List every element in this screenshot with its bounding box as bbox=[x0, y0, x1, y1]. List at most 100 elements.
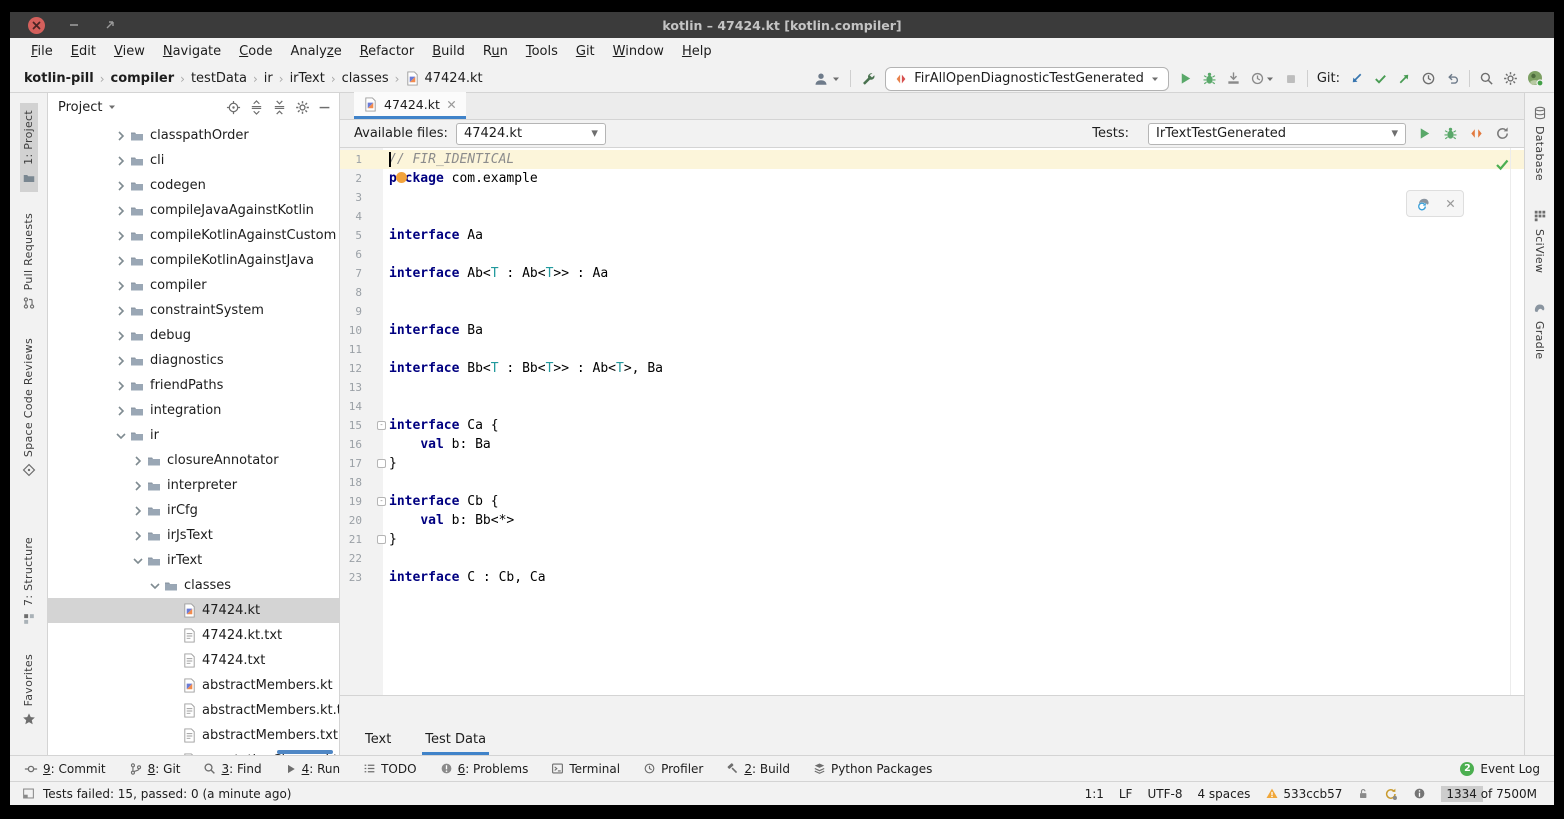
menu-refactor[interactable]: Refactor bbox=[351, 41, 424, 62]
updates-icon[interactable] bbox=[1384, 787, 1398, 801]
available-files-select[interactable]: 47424.kt ▾ bbox=[455, 122, 606, 145]
breadcrumb-irtext[interactable]: irText bbox=[288, 71, 327, 86]
toolwindow-toggle-icon[interactable] bbox=[22, 787, 35, 800]
horizontal-scrollbar-thumb[interactable] bbox=[277, 750, 333, 754]
menu-navigate[interactable]: Navigate bbox=[154, 41, 230, 62]
code-line-5[interactable]: 5 interface Aa bbox=[340, 226, 1524, 245]
code-line-3[interactable]: 3 bbox=[340, 188, 1524, 207]
git-update-icon[interactable] bbox=[1349, 71, 1364, 86]
code-line-9[interactable]: 9 bbox=[340, 302, 1524, 321]
chevron-down-icon[interactable] bbox=[113, 428, 129, 444]
stripe-favorites[interactable]: Favorites bbox=[20, 647, 38, 733]
code-line-20[interactable]: 20 val b: Bb<*> bbox=[340, 511, 1524, 530]
expand-all-icon[interactable] bbox=[249, 99, 264, 115]
tree-item-closureannotator[interactable]: closureAnnotator bbox=[48, 448, 339, 473]
code-line-12[interactable]: 12 interface Bb<T : Bb<T>> : Ab<T>, Ba bbox=[340, 359, 1524, 378]
stripe-1-project[interactable]: 1: Project bbox=[19, 103, 38, 192]
tree-item-ir[interactable]: ir bbox=[48, 423, 339, 448]
collapse-all-icon[interactable] bbox=[272, 100, 287, 115]
run-test-icon[interactable] bbox=[1417, 126, 1432, 141]
code-line-18[interactable]: 18 bbox=[340, 473, 1524, 492]
close-icon[interactable] bbox=[446, 99, 457, 110]
tree-item-irtext[interactable]: irText bbox=[48, 548, 339, 573]
chevron-right-icon[interactable] bbox=[113, 353, 129, 369]
stripe-database[interactable]: Database bbox=[1531, 99, 1549, 188]
chevron-down-icon[interactable] bbox=[107, 102, 117, 112]
editor-tab-47424[interactable]: 47424.kt bbox=[354, 92, 466, 119]
git-push-icon[interactable] bbox=[1397, 71, 1412, 86]
encoding-widget[interactable]: UTF-8 bbox=[1147, 787, 1182, 801]
editor-scrollbar-track[interactable] bbox=[1510, 148, 1511, 695]
code-line-13[interactable]: 13 bbox=[340, 378, 1524, 397]
code-line-2[interactable]: 2 package com.example bbox=[340, 169, 1524, 188]
tree-item-classpathorder[interactable]: classpathOrder bbox=[48, 123, 339, 148]
stripe-gradle[interactable]: Gradle bbox=[1530, 294, 1549, 366]
breadcrumb-classes[interactable]: classes bbox=[340, 71, 391, 86]
menu-code[interactable]: Code bbox=[230, 41, 281, 62]
menu-analyze[interactable]: Analyze bbox=[281, 41, 350, 62]
menu-file[interactable]: File bbox=[22, 41, 62, 62]
tree-item-abstractmembers-kt-txt[interactable]: abstractMembers.kt.txt bbox=[48, 698, 339, 723]
chevron-right-icon[interactable] bbox=[113, 328, 129, 344]
tree-item-classes[interactable]: classes bbox=[48, 573, 339, 598]
tree-item-friendpaths[interactable]: friendPaths bbox=[48, 373, 339, 398]
menu-git[interactable]: Git bbox=[567, 41, 604, 62]
chevron-right-icon[interactable] bbox=[130, 453, 146, 469]
tests-select[interactable]: IrTextTestGenerated ▾ bbox=[1148, 122, 1406, 145]
chevron-right-icon[interactable] bbox=[113, 203, 129, 219]
editor-bottom-tab-text[interactable]: Text bbox=[362, 728, 394, 755]
chevron-right-icon[interactable] bbox=[130, 478, 146, 494]
toolwindow-button-9-commit[interactable]: 9: Commit bbox=[24, 762, 106, 776]
rollback-icon[interactable] bbox=[1445, 71, 1460, 86]
tree-item-integration[interactable]: integration bbox=[48, 398, 339, 423]
fold-start-icon[interactable]: - bbox=[377, 497, 386, 506]
toolwindow-button-python-packages[interactable]: Python Packages bbox=[813, 762, 932, 776]
user-account-button[interactable] bbox=[813, 71, 841, 87]
git-commit-icon[interactable] bbox=[1373, 71, 1388, 86]
toolwindow-button-3-find[interactable]: 3: Find bbox=[203, 762, 262, 776]
tree-item-constraintsystem[interactable]: constraintSystem bbox=[48, 298, 339, 323]
chevron-right-icon[interactable] bbox=[113, 278, 129, 294]
chevron-right-icon[interactable] bbox=[113, 153, 129, 169]
menu-build[interactable]: Build bbox=[423, 41, 474, 62]
stripe-sciview[interactable]: SciView bbox=[1531, 202, 1549, 280]
tree-item-abstractmembers-kt[interactable]: abstractMembers.kt bbox=[48, 673, 339, 698]
stripe-pull-requests[interactable]: Pull Requests bbox=[20, 206, 38, 317]
code-line-17[interactable]: 17} bbox=[340, 454, 1524, 473]
refresh-icon[interactable] bbox=[1495, 126, 1510, 141]
chevron-right-icon[interactable] bbox=[113, 178, 129, 194]
code-line-7[interactable]: 7 interface Ab<T : Ab<T>> : Aa bbox=[340, 264, 1524, 283]
fold-end-icon[interactable] bbox=[377, 459, 386, 468]
event-log-button[interactable]: 2 Event Log bbox=[1460, 761, 1540, 776]
stripe-space-code-reviews[interactable]: Space Code Reviews bbox=[20, 331, 38, 484]
code-line-8[interactable]: 8 bbox=[340, 283, 1524, 302]
fold-end-icon[interactable] bbox=[377, 535, 386, 544]
run-icon[interactable] bbox=[1178, 71, 1193, 86]
tree-item-compiler[interactable]: compiler bbox=[48, 273, 339, 298]
chevron-down-icon[interactable] bbox=[147, 578, 163, 594]
caret-position-widget[interactable]: 1:1 bbox=[1085, 787, 1104, 801]
chevron-right-icon[interactable] bbox=[113, 228, 129, 244]
gear-icon[interactable] bbox=[1503, 71, 1518, 86]
menu-view[interactable]: View bbox=[105, 41, 154, 62]
search-icon[interactable] bbox=[1479, 71, 1494, 86]
tree-item-47424-kt-txt[interactable]: 47424.kt.txt bbox=[48, 623, 339, 648]
tree-item-codegen[interactable]: codegen bbox=[48, 173, 339, 198]
chevron-right-icon[interactable] bbox=[113, 303, 129, 319]
code-editor[interactable]: 1 // FIR_IDENTICAL 2 package com.example 3 4 5… bbox=[340, 148, 1524, 695]
tree-item-ircfg[interactable]: irCfg bbox=[48, 498, 339, 523]
avatar-icon[interactable] bbox=[1527, 70, 1544, 87]
breadcrumb-compiler[interactable]: compiler bbox=[109, 71, 177, 86]
code-line-22[interactable]: 22 bbox=[340, 549, 1524, 568]
tree-item-47424-txt[interactable]: 47424.txt bbox=[48, 648, 339, 673]
chevron-right-icon[interactable] bbox=[130, 503, 146, 519]
code-line-19[interactable]: 19 - interface Cb { bbox=[340, 492, 1524, 511]
chevron-right-icon[interactable] bbox=[113, 403, 129, 419]
breadcrumb-testdata[interactable]: testData bbox=[189, 71, 249, 86]
stripe-7-structure[interactable]: 7: Structure bbox=[20, 530, 38, 633]
run-configuration-select[interactable]: FirAllOpenDiagnosticTestGenerated bbox=[885, 66, 1169, 91]
debug-test-icon[interactable] bbox=[1443, 126, 1458, 141]
stop-icon[interactable] bbox=[1284, 72, 1298, 86]
chevron-right-icon[interactable] bbox=[113, 378, 129, 394]
locate-icon[interactable] bbox=[226, 100, 241, 115]
